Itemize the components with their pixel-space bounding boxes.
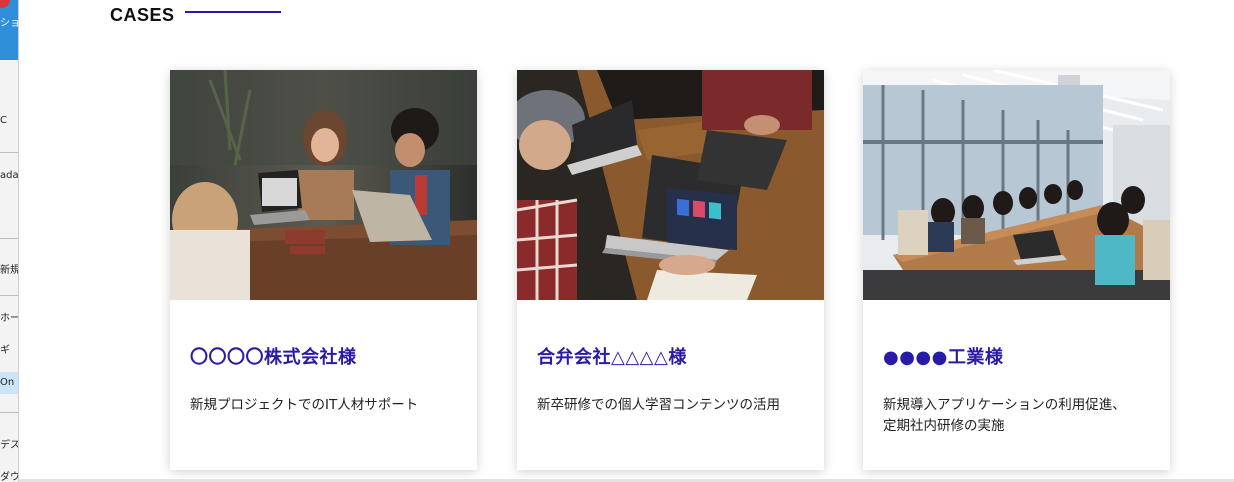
case-description-line: 新規導入アプリケーションの利用促進、	[883, 397, 1126, 413]
os-item-1[interactable]: C	[0, 115, 18, 126]
case-title[interactable]: 〇〇〇〇株式会社様	[190, 345, 457, 371]
app-icon	[0, 0, 10, 8]
section-title: CASES	[110, 5, 175, 25]
case-description: 新規導入アプリケーションの利用促進、 定期社内研修の実施	[883, 395, 1150, 437]
case-description: 新卒研修での個人学習コンテンツの活用	[537, 395, 804, 416]
office-meeting-laptops-photo	[170, 70, 477, 300]
os-item-3[interactable]: 新規	[0, 261, 18, 276]
case-card[interactable]: ●●●●工業様 新規導入アプリケーションの利用促進、 定期社内研修の実施	[863, 70, 1170, 470]
case-card[interactable]: 〇〇〇〇株式会社様 新規プロジェクトでのIT人材サポート	[170, 70, 477, 470]
os-item-5[interactable]: ギ	[0, 341, 18, 356]
laptop-discussion-photo	[517, 70, 824, 300]
case-title[interactable]: ●●●●工業様	[883, 345, 1150, 371]
os-divider	[0, 152, 18, 153]
section-title-underline	[185, 11, 281, 13]
case-card[interactable]: 合弁会社△△△△様 新卒研修での個人学習コンテンツの活用	[517, 70, 824, 470]
os-item-2[interactable]: ada	[0, 170, 18, 181]
case-description-line: 定期社内研修の実施	[883, 418, 1005, 434]
case-description-line: 新規プロジェクトでのIT人材サポート	[190, 397, 419, 413]
conference-room-photo	[863, 70, 1170, 300]
case-title[interactable]: 合弁会社△△△△様	[537, 345, 804, 371]
case-description-line: 新卒研修での個人学習コンテンツの活用	[537, 397, 780, 413]
os-item-6[interactable]: On	[0, 372, 18, 394]
os-divider	[0, 295, 18, 296]
os-divider	[0, 412, 18, 413]
os-item-4[interactable]: ホー	[0, 309, 18, 324]
os-item-7[interactable]: デス	[0, 436, 18, 451]
os-divider	[0, 238, 18, 239]
case-description: 新規プロジェクトでのIT人材サポート	[190, 395, 457, 416]
os-window-sliver: ショー C ada 新規 ホー ギ On デス ダウ	[0, 0, 19, 482]
os-titlebar-fragment: ショー	[0, 0, 18, 60]
os-item-8[interactable]: ダウ	[0, 468, 18, 482]
os-item-0[interactable]: ショー	[0, 14, 18, 29]
